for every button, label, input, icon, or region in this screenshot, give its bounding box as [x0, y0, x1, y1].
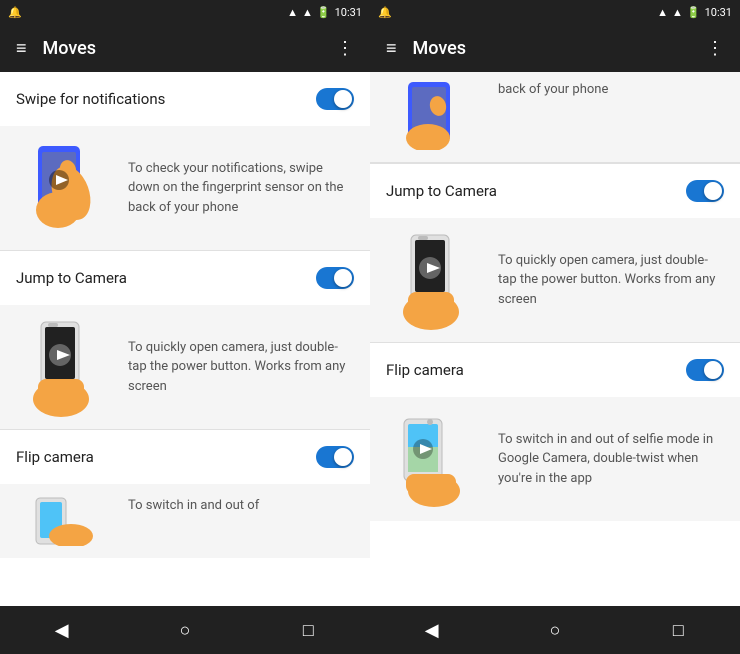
left-phone: 🔔 ▲ ▲ 🔋 10:31 ≡ Moves ⋮ Swipe for notifi…	[0, 0, 370, 654]
flip-camera-toggle-right[interactable]	[686, 359, 724, 381]
more-icon-left[interactable]: ⋮	[336, 38, 354, 59]
flip-camera-toggle-left[interactable]	[316, 446, 354, 468]
jump-camera-row-left: Jump to Camera	[0, 251, 370, 305]
camera-demo-image-right	[386, 230, 486, 330]
flip-demo-text-right: To switch in and out of selfie mode in G…	[498, 430, 724, 489]
recent-button-right[interactable]: □	[658, 610, 698, 650]
left-nav-bar: ◀ ○ □	[0, 606, 370, 654]
swipe-partial-text-right: back of your phone	[498, 80, 608, 100]
jump-camera-toggle-right[interactable]	[686, 180, 724, 202]
swipe-notifications-label: Swipe for notifications	[16, 90, 165, 108]
swipe-partial-illustration-right	[386, 80, 486, 150]
right-app-bar: ≡ Moves ⋮	[370, 24, 740, 72]
swipe-demo-image	[16, 138, 116, 238]
flip-camera-row-left: Flip camera	[0, 430, 370, 484]
swipe-illustration	[16, 138, 116, 238]
right-content: back of your phone Jump to Camera	[370, 72, 740, 606]
swipe-notifications-toggle[interactable]	[316, 88, 354, 110]
swipe-notifications-demo: To check your notifications, swipe down …	[0, 126, 370, 250]
flip-illustration-right	[386, 409, 486, 509]
right-status-left: 🔔	[378, 6, 392, 19]
swipe-demo-text: To check your notifications, swipe down …	[128, 159, 354, 218]
flip-camera-label-right: Flip camera	[386, 361, 464, 379]
right-wifi-icon: ▲	[672, 6, 683, 19]
flip-camera-label-left: Flip camera	[16, 448, 94, 466]
hamburger-icon-left[interactable]: ≡	[16, 38, 27, 59]
swipe-partial-image-right	[386, 80, 486, 150]
right-status-bar: 🔔 ▲ ▲ 🔋 10:31	[370, 0, 740, 24]
right-nav-bar: ◀ ○ □	[370, 606, 740, 654]
battery-icon: 🔋	[317, 6, 331, 19]
left-app-bar: ≡ Moves ⋮	[0, 24, 370, 72]
time-right: 10:31	[705, 6, 732, 19]
app-title-right: Moves	[413, 38, 690, 59]
more-icon-right[interactable]: ⋮	[706, 38, 724, 59]
jump-camera-label-left: Jump to Camera	[16, 269, 127, 287]
notification-icon: 🔔	[8, 6, 22, 19]
flip-camera-demo-left-partial: To switch in and out of	[0, 484, 370, 558]
wifi-icon: ▲	[302, 6, 313, 19]
back-button-right[interactable]: ◀	[412, 610, 452, 650]
jump-camera-row-right: Jump to Camera	[370, 164, 740, 218]
camera-demo-text-right: To quickly open camera, just double-tap …	[498, 251, 724, 310]
camera-demo-text-left: To quickly open camera, just double-tap …	[128, 338, 354, 397]
flip-partial-text: To switch in and out of	[128, 496, 259, 516]
home-button-right[interactable]: ○	[535, 610, 575, 650]
flip-demo-image-right	[386, 409, 486, 509]
camera-demo-image-left	[16, 317, 116, 417]
jump-camera-demo-right: To quickly open camera, just double-tap …	[370, 218, 740, 342]
back-button-left[interactable]: ◀	[42, 610, 82, 650]
left-content: Swipe for notifications	[0, 72, 370, 606]
jump-camera-toggle-left[interactable]	[316, 267, 354, 289]
right-status-right: ▲ ▲ 🔋 10:31	[657, 6, 732, 19]
swipe-partial-top-right: back of your phone	[370, 72, 740, 163]
right-signal-icon: ▲	[657, 6, 668, 19]
status-left: 🔔	[8, 6, 22, 19]
swipe-notifications-row: Swipe for notifications	[0, 72, 370, 126]
recent-button-left[interactable]: □	[288, 610, 328, 650]
time-left: 10:31	[335, 6, 362, 19]
right-battery-icon: 🔋	[687, 6, 701, 19]
flip-partial-image	[16, 496, 116, 546]
jump-camera-label-right: Jump to Camera	[386, 182, 497, 200]
left-status-bar: 🔔 ▲ ▲ 🔋 10:31	[0, 0, 370, 24]
status-right: ▲ ▲ 🔋 10:31	[287, 6, 362, 19]
home-button-left[interactable]: ○	[165, 610, 205, 650]
camera-illustration-left	[16, 317, 116, 417]
right-notification-icon: 🔔	[378, 6, 392, 19]
jump-camera-demo-left: To quickly open camera, just double-tap …	[0, 305, 370, 429]
hamburger-icon-right[interactable]: ≡	[386, 38, 397, 59]
signal-icon: ▲	[287, 6, 298, 19]
app-title-left: Moves	[43, 38, 320, 59]
flip-illustration-partial	[16, 496, 116, 546]
flip-camera-row-right: Flip camera	[370, 343, 740, 397]
flip-camera-demo-right: To switch in and out of selfie mode in G…	[370, 397, 740, 521]
camera-illustration-right	[386, 230, 486, 330]
right-phone: 🔔 ▲ ▲ 🔋 10:31 ≡ Moves ⋮ back of you	[370, 0, 740, 654]
